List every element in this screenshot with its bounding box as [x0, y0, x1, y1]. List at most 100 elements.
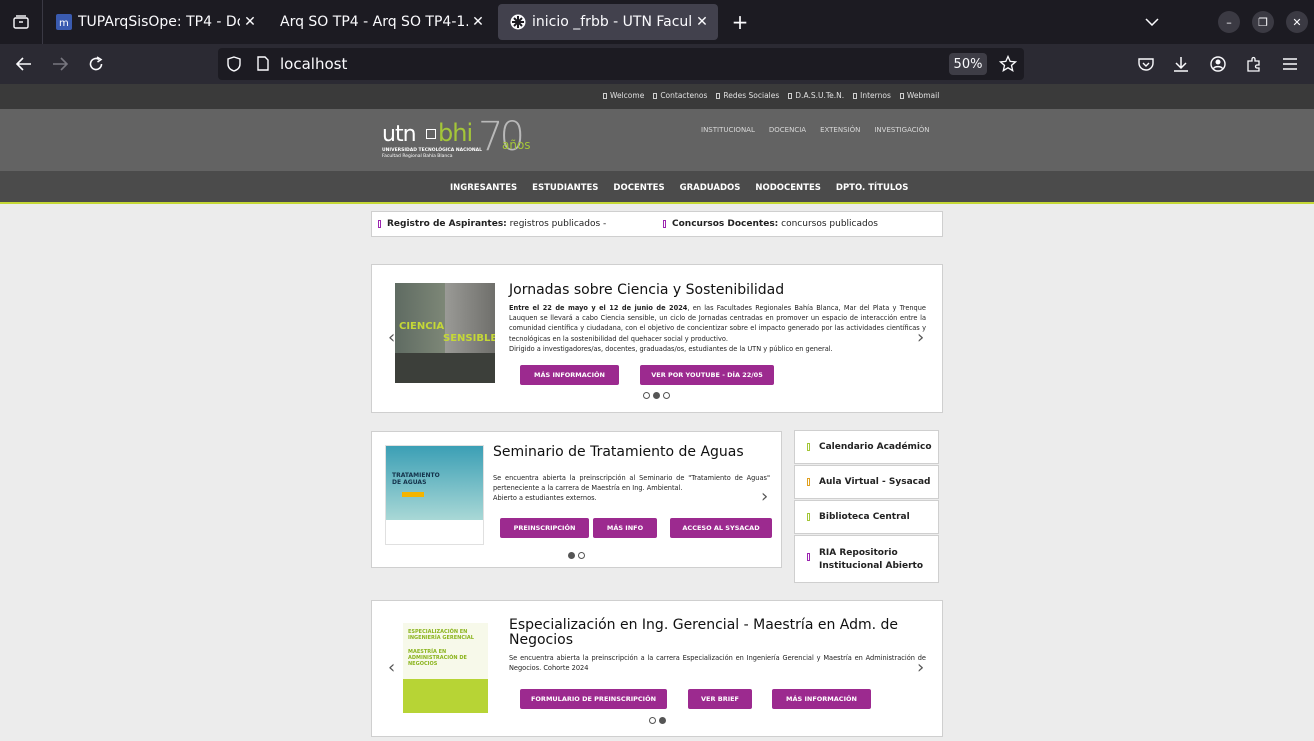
slide-title[interactable]: Jornadas sobre Ciencia y Sostenibilidad [509, 282, 784, 298]
link-icon [716, 92, 721, 99]
shield-icon[interactable] [227, 56, 241, 72]
chevron-right-icon[interactable]: › [761, 486, 768, 507]
star-icon[interactable] [999, 55, 1017, 73]
link-welcome[interactable]: Welcome [603, 91, 644, 100]
nav-nodocentes[interactable]: NODOCENTES [755, 183, 821, 193]
close-window-button[interactable]: ✕ [1285, 10, 1309, 34]
restore-icon: ❐ [1252, 11, 1274, 33]
nav-dpto-titulos[interactable]: DPTO. TÍTULOS [836, 183, 908, 193]
secnav-investigacion[interactable]: INVESTIGACIÓN [874, 126, 929, 134]
mas-informacion-button[interactable]: MÁS INFORMACIÓN [520, 365, 619, 385]
main-nav: INGRESANTES ESTUDIANTES DOCENTES GRADUAD… [0, 171, 1314, 204]
maximize-button[interactable]: ❐ [1251, 10, 1275, 34]
sidebar-calendario[interactable]: Calendario Académico [794, 430, 939, 464]
sidebar-repositorio[interactable]: RIA Repositorio Institucional Abierto [794, 535, 939, 583]
sysacad-button[interactable]: ACCESO AL SYSACAD [670, 518, 772, 538]
link-icon [788, 92, 793, 99]
tab-separator [42, 0, 43, 44]
close-tab-icon[interactable]: ✕ [240, 12, 260, 32]
link-label: Redes Sociales [723, 91, 780, 100]
link-dasuten[interactable]: D.A.S.U.Te.N. [788, 91, 844, 100]
image-caption: CIENCIA [399, 321, 445, 332]
slide-body: Abierto a estudiantes externos. [493, 494, 597, 503]
notice-label: Concursos Docentes: [672, 219, 779, 229]
secnav-extension[interactable]: EXTENSIÓN [820, 126, 860, 134]
mas-informacion-button[interactable]: MÁS INFORMACIÓN [772, 689, 871, 709]
nav-docentes[interactable]: DOCENTES [613, 183, 664, 193]
minimize-button[interactable]: – [1217, 10, 1241, 34]
sidebar-label: Biblioteca Central [819, 512, 910, 522]
close-tab-icon[interactable]: ✕ [692, 12, 712, 32]
youtube-button[interactable]: VER POR YOUTUBE - DÍA 22/05 [640, 365, 774, 385]
close-tab-icon[interactable]: ✕ [468, 12, 488, 32]
preinscripcion-button[interactable]: PREINSCRIPCIÓN [500, 518, 589, 538]
link-label: D.A.S.U.Te.N. [795, 91, 845, 100]
sidebar-marker-icon [807, 478, 810, 486]
link-icon [899, 92, 904, 99]
ver-brief-button[interactable]: VER BRIEF [688, 689, 752, 709]
carousel-dot[interactable] [663, 392, 670, 399]
nav-graduados[interactable]: GRADUADOS [680, 183, 741, 193]
pocket-button[interactable] [1134, 52, 1158, 76]
carousel-dot[interactable] [649, 717, 656, 724]
link-webmail[interactable]: Webmail [899, 91, 939, 100]
slide-title[interactable]: Seminario de Tratamiento de Aguas [493, 444, 744, 460]
sidebar-biblioteca[interactable]: Biblioteca Central [794, 500, 939, 534]
notice-aspirantes[interactable]: Registro de Aspirantes: registros public… [378, 219, 606, 229]
tab-moodle[interactable]: m TUPArqSisOpe: TP4 - Doc ✕ [44, 4, 266, 40]
chevron-left-icon[interactable]: ‹ [388, 657, 395, 678]
image-bg [403, 679, 488, 713]
chevron-down-icon [1145, 18, 1159, 26]
carousel-dot[interactable] [568, 552, 575, 559]
link-redes-sociales[interactable]: Redes Sociales [716, 91, 779, 100]
carousel-dots [643, 392, 670, 399]
carousel-dot[interactable] [643, 392, 650, 399]
chevron-right-icon[interactable]: › [917, 657, 924, 678]
link-icon [853, 92, 858, 99]
link-internos[interactable]: Internos [853, 91, 891, 100]
secnav-docencia[interactable]: DOCENCIA [769, 126, 806, 134]
formulario-button[interactable]: FORMULARIO DE PREINSCRIPCIÓN [520, 689, 667, 709]
sidebar-label: RIA Repositorio Institucional Abierto [819, 548, 924, 571]
link-label: Contactenos [660, 91, 708, 100]
tab-pdf[interactable]: Arq SO TP4 - Arq SO TP4-1.p ✕ [268, 4, 494, 40]
logo-bhi: bhi [438, 119, 473, 147]
address-bar[interactable]: localhost 50% [218, 48, 1024, 80]
notice-concursos[interactable]: Concursos Docentes: concursos publicados [663, 219, 878, 229]
zoom-level-button[interactable]: 50% [949, 53, 987, 75]
url-text[interactable]: localhost [280, 55, 347, 73]
extensions-button[interactable] [1242, 52, 1266, 76]
sidebar-marker-icon [807, 553, 810, 561]
back-button[interactable] [12, 52, 36, 76]
sidebar-aula-virtual[interactable]: Aula Virtual - Sysacad [794, 465, 939, 499]
nav-ingresantes[interactable]: INGRESANTES [450, 183, 517, 193]
image-ground [395, 353, 495, 383]
tab-list-button[interactable] [8, 8, 34, 36]
carousel-dot[interactable] [653, 392, 660, 399]
new-tab-button[interactable]: + [728, 10, 752, 34]
carousel-dot[interactable] [578, 552, 585, 559]
link-contactenos[interactable]: Contactenos [653, 91, 707, 100]
slide-title[interactable]: Especialización en Ing. Gerencial - Maes… [509, 618, 909, 648]
forward-button[interactable] [48, 52, 72, 76]
slide-date: Entre el 22 de mayo y el 12 de junio de … [509, 304, 688, 312]
image-caption: TRATAMIENTO DE AGUAS [392, 472, 440, 486]
tab-overflow-button[interactable] [1140, 10, 1164, 34]
page-icon [257, 56, 269, 71]
site-logo[interactable]: utn bhi UNIVERSIDAD TECNOLÓGICA NACIONAL… [382, 114, 552, 164]
carousel-dot[interactable] [659, 717, 666, 724]
mas-info-button[interactable]: MÁS INFO [593, 518, 657, 538]
web-page: Welcome Contactenos Redes Sociales D.A.S… [0, 84, 1314, 741]
nav-estudiantes[interactable]: ESTUDIANTES [532, 183, 598, 193]
chevron-right-icon[interactable]: › [917, 327, 924, 348]
carousel-jornadas: ‹ CIENCIA SENSIBLE Jornadas sobre Cienci… [371, 264, 943, 413]
secnav-institucional[interactable]: INSTITUCIONAL [701, 126, 755, 134]
menu-button[interactable] [1278, 52, 1302, 76]
downloads-button[interactable] [1169, 52, 1193, 76]
image-caption: ESPECIALIZACIÓN EN INGENIERÍA GERENCIAL [408, 629, 474, 641]
account-button[interactable] [1206, 52, 1230, 76]
notice-text: registros publicados - [506, 219, 607, 229]
reload-button[interactable] [84, 52, 108, 76]
tab-utn[interactable]: inicio _frbb - UTN Faculta ✕ [498, 4, 718, 40]
tab-title: inicio _frbb - UTN Faculta [532, 14, 692, 30]
